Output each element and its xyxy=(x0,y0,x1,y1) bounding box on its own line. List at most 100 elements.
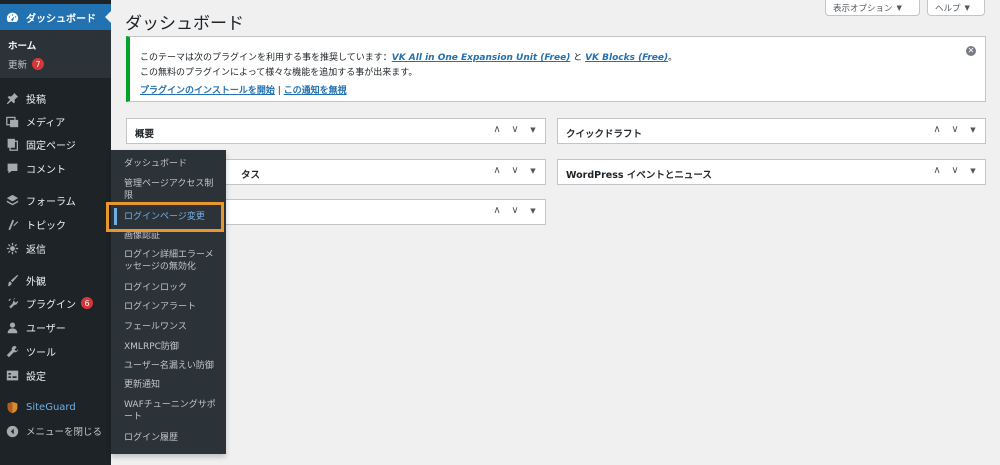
move-up-icon[interactable]: ∧ xyxy=(491,205,503,216)
dismiss-notice-link[interactable]: この通知を無視 xyxy=(284,86,347,96)
flyout-item-username-leak-defense[interactable]: ユーザー名漏えい防御 xyxy=(124,360,222,372)
plugin-icon xyxy=(6,297,19,310)
widget-activity-title: タス xyxy=(241,170,261,181)
toggle-panel-icon[interactable]: ▼ xyxy=(967,167,979,175)
page-icon xyxy=(6,138,19,151)
menu-forums-label: フォーラム xyxy=(26,196,76,208)
page-title: ダッシュボード xyxy=(125,14,244,34)
menu-media[interactable]: メディア xyxy=(0,111,111,131)
menu-users[interactable]: ユーザー xyxy=(0,317,111,337)
widget-quick-draft: クイックドラフト ∧ ∨ ▼ xyxy=(557,118,986,144)
plugin-link-vk-blocks[interactable]: VK Blocks (Free) xyxy=(585,53,668,63)
menu-topics-label: トピック xyxy=(26,220,66,232)
menu-tools-label: ツール xyxy=(26,347,56,359)
collapse-menu-button[interactable]: メニューを閉じる xyxy=(0,421,111,441)
flyout-item-update-notice[interactable]: 更新通知 xyxy=(124,379,222,391)
user-icon xyxy=(6,321,19,334)
dashboard-submenu: ホーム 更新 7 xyxy=(0,30,111,78)
comment-icon xyxy=(6,162,19,175)
widget-controls: ∧ ∨ ▼ xyxy=(491,165,539,176)
widget-quick-draft-title: クイックドラフト xyxy=(566,129,643,140)
flyout-item-login-history[interactable]: ログイン履歴 xyxy=(124,432,222,444)
menu-settings-label: 設定 xyxy=(26,371,46,383)
plugin-link-vk-expansion[interactable]: VK All in One Expansion Unit (Free) xyxy=(392,53,571,63)
menu-users-label: ユーザー xyxy=(26,323,66,335)
flyout-item-login-alert[interactable]: ログインアラート xyxy=(124,301,222,313)
toggle-panel-icon[interactable]: ▼ xyxy=(527,207,539,215)
flyout-item-waf-tuning[interactable]: WAFチューニングサポート xyxy=(124,399,222,423)
dashboard-gauge-icon xyxy=(6,11,19,24)
wrench-icon xyxy=(6,345,19,358)
widget-overview: 概要 ∧ ∨ ▼ xyxy=(126,118,546,144)
menu-replies[interactable]: 返信 xyxy=(0,238,111,258)
menu-pages-label: 固定ページ xyxy=(26,140,76,152)
submenu-updates[interactable]: 更新 7 xyxy=(8,57,45,71)
caret-down-icon: ▼ xyxy=(964,3,970,12)
toggle-panel-icon[interactable]: ▼ xyxy=(967,126,979,134)
admin-sidebar: ダッシュボード ホーム 更新 7 投稿 メディア 固定ページ コメント フォーラ… xyxy=(0,0,111,465)
flyout-item-disable-login-error[interactable]: ログイン詳細エラーメッセージの無効化 xyxy=(124,249,222,273)
menu-dashboard-label: ダッシュボード xyxy=(26,13,96,25)
menu-plugins-label: プラグイン xyxy=(26,299,76,311)
link-separator: | xyxy=(277,86,281,96)
move-down-icon[interactable]: ∨ xyxy=(949,165,961,176)
move-down-icon[interactable]: ∨ xyxy=(509,124,521,135)
forum-icon xyxy=(6,194,19,207)
notice-period: 。 xyxy=(668,53,678,63)
dismiss-notice-icon[interactable]: ✕ xyxy=(966,46,976,56)
menu-siteguard-label: SiteGuard xyxy=(26,401,76,413)
menu-siteguard[interactable]: SiteGuard xyxy=(0,397,111,417)
topic-icon xyxy=(6,218,19,231)
menu-comments-label: コメント xyxy=(26,164,66,176)
menu-comments[interactable]: コメント xyxy=(0,158,111,178)
menu-pages[interactable]: 固定ページ xyxy=(0,134,111,154)
menu-tools[interactable]: ツール xyxy=(0,341,111,361)
move-down-icon[interactable]: ∨ xyxy=(949,124,961,135)
flyout-item-login-lock[interactable]: ログインロック xyxy=(124,282,222,294)
media-icon xyxy=(6,115,19,128)
collapse-menu-label: メニューを閉じる xyxy=(26,427,103,438)
caret-down-icon: ▼ xyxy=(896,3,902,12)
updates-count-badge: 7 xyxy=(32,58,45,70)
move-up-icon[interactable]: ∧ xyxy=(931,124,943,135)
submenu-home-label: ホーム xyxy=(8,41,37,52)
menu-posts[interactable]: 投稿 xyxy=(0,88,111,108)
highlight-annotation-box xyxy=(106,202,224,232)
screen-options-button[interactable]: 表示オプション ▼ xyxy=(825,0,920,16)
widget-controls: ∧ ∨ ▼ xyxy=(491,205,539,216)
flyout-item-dashboard[interactable]: ダッシュボード xyxy=(124,158,222,170)
reply-icon xyxy=(6,242,19,255)
move-up-icon[interactable]: ∧ xyxy=(931,165,943,176)
flyout-item-fail-once[interactable]: フェールワンス xyxy=(124,321,222,333)
move-up-icon[interactable]: ∧ xyxy=(491,124,503,135)
submenu-home[interactable]: ホーム xyxy=(8,38,36,52)
toggle-panel-icon[interactable]: ▼ xyxy=(527,167,539,175)
menu-topics[interactable]: トピック xyxy=(0,214,111,234)
menu-appearance[interactable]: 外観 xyxy=(0,270,111,290)
siteguard-shield-icon xyxy=(6,401,19,414)
flyout-item-xmlrpc-defense[interactable]: XMLRPC防御 xyxy=(124,341,222,353)
plugin-recommendation-notice: このテーマは次のプラグインを利用する事を推奨しています：VK All in On… xyxy=(126,36,986,102)
move-up-icon[interactable]: ∧ xyxy=(491,165,503,176)
move-down-icon[interactable]: ∨ xyxy=(509,205,521,216)
move-down-icon[interactable]: ∨ xyxy=(509,165,521,176)
notice-line-2: この無料のプラグインによって様々な機能を追加する事が出来ます。 xyxy=(140,68,418,78)
settings-icon xyxy=(6,369,19,382)
menu-posts-label: 投稿 xyxy=(26,94,46,106)
menu-appearance-label: 外観 xyxy=(26,276,46,288)
menu-forums[interactable]: フォーラム xyxy=(0,190,111,210)
toggle-panel-icon[interactable]: ▼ xyxy=(527,126,539,134)
menu-media-label: メディア xyxy=(26,117,66,129)
widget-controls: ∧ ∨ ▼ xyxy=(931,165,979,176)
menu-plugins[interactable]: プラグイン 6 xyxy=(0,293,111,313)
menu-replies-label: 返信 xyxy=(26,244,46,256)
widget-controls: ∧ ∨ ▼ xyxy=(491,124,539,135)
menu-settings[interactable]: 設定 xyxy=(0,365,111,385)
help-button[interactable]: ヘルプ ▼ xyxy=(927,0,985,16)
notice-text: このテーマは次のプラグインを利用する事を推奨しています： xyxy=(140,53,392,63)
widget-overview-title: 概要 xyxy=(135,129,155,140)
collapse-arrow-icon xyxy=(6,425,19,438)
menu-dashboard[interactable]: ダッシュボード xyxy=(0,4,111,30)
install-plugins-link[interactable]: プラグインのインストールを開始 xyxy=(140,86,275,96)
flyout-item-admin-access-limit[interactable]: 管理ページアクセス制限 xyxy=(124,178,222,202)
